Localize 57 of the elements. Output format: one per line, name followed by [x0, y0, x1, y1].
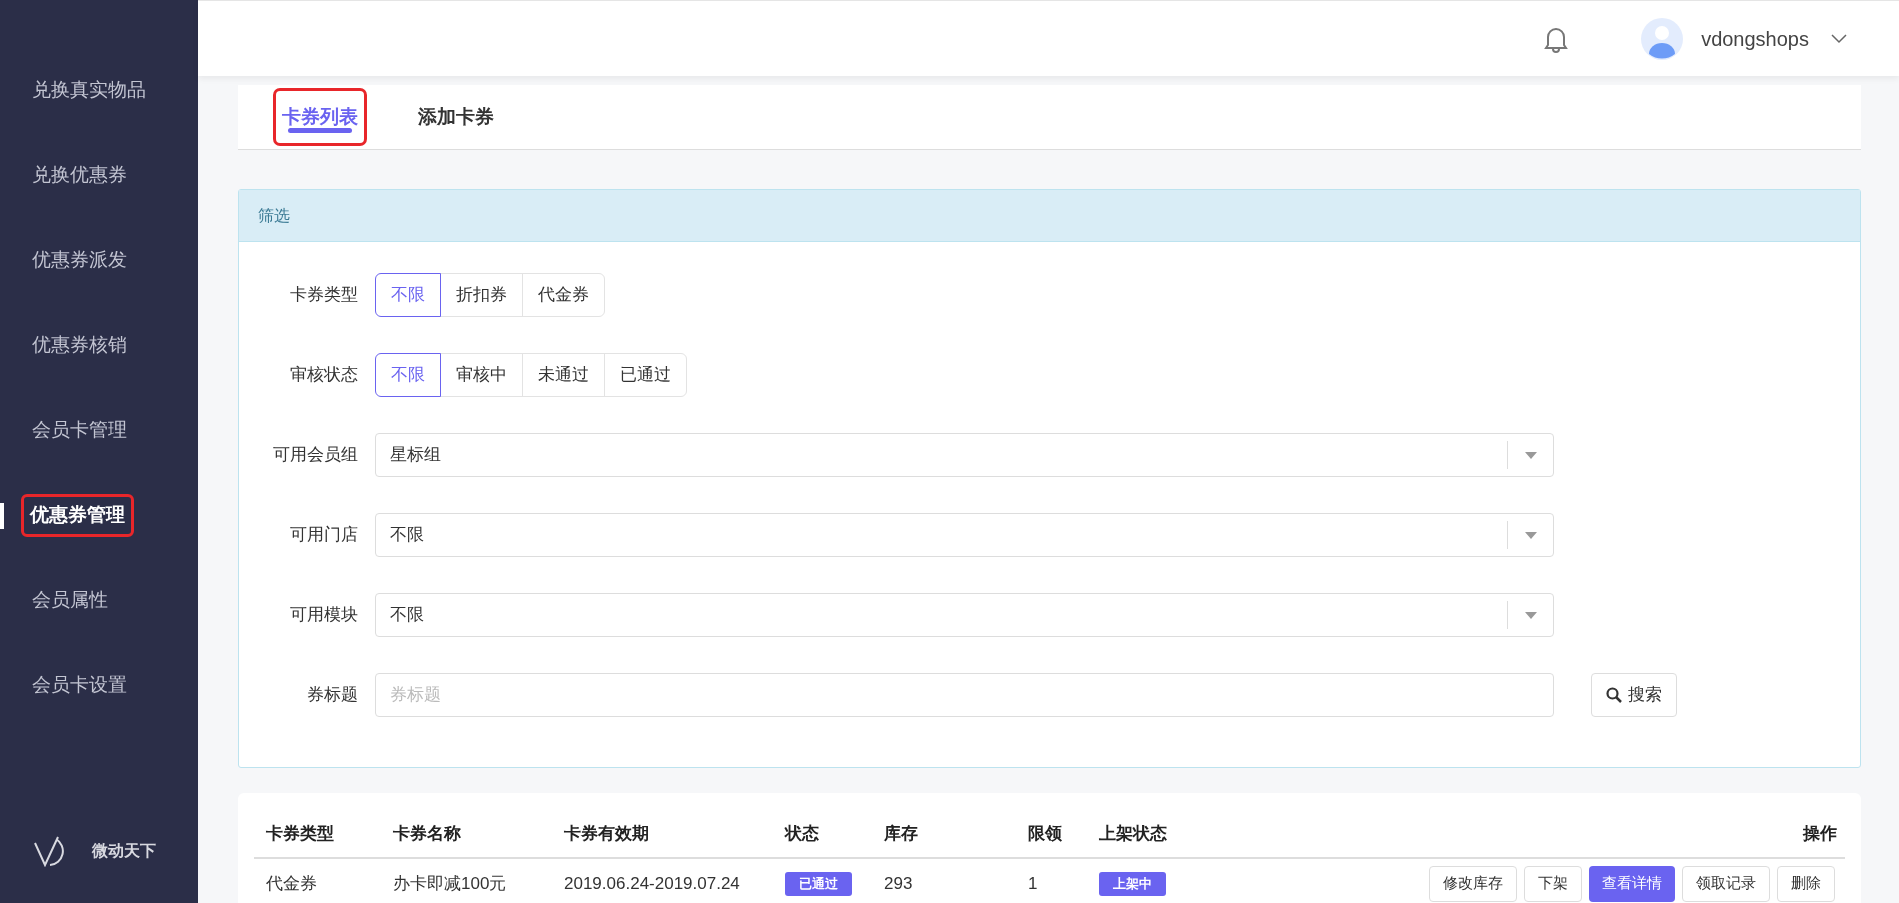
search-icon — [1606, 687, 1622, 703]
segment-option[interactable]: 代金券 — [522, 273, 605, 317]
column-header: 卡券类型 — [265, 823, 335, 845]
action-button[interactable]: 修改库存 — [1429, 865, 1517, 902]
column-header: 卡券有效期 — [563, 823, 650, 845]
chevron-down-icon[interactable] — [1831, 33, 1847, 44]
column-header: 上架状态 — [1098, 823, 1168, 845]
table-cell: 1 — [1028, 873, 1038, 893]
segment-option[interactable]: 未通过 — [522, 353, 605, 397]
caret-icon — [1524, 531, 1537, 539]
field-label: 卡券类型 — [289, 284, 359, 307]
sidebar-item[interactable]: 优惠券核销 — [32, 331, 127, 360]
column-header: 卡券名称 — [392, 823, 462, 845]
segment-option[interactable]: 已通过 — [604, 353, 687, 397]
caret-icon — [1524, 611, 1537, 619]
username[interactable]: vdongshops — [1701, 23, 1809, 54]
sidebar-item[interactable]: 兑换真实物品 — [32, 76, 146, 105]
search-button[interactable]: 搜索 — [1591, 673, 1677, 717]
sidebar-item[interactable]: 优惠券管理 — [24, 497, 131, 534]
column-header: 库存 — [883, 823, 919, 845]
logo-text: 微动天下 — [92, 841, 156, 861]
select-field[interactable]: 不限 — [375, 593, 1554, 637]
segment-option[interactable]: 不限 — [375, 273, 441, 317]
action-button[interactable]: 领取记录 — [1682, 865, 1770, 902]
field-label: 可用门店 — [289, 524, 359, 547]
sidebar-item[interactable]: 会员卡管理 — [32, 416, 127, 445]
tab[interactable]: 添加卡券 — [412, 85, 500, 149]
sidebar-item[interactable]: 兑换优惠券 — [32, 161, 127, 190]
field-label: 可用模块 — [289, 604, 359, 627]
action-button[interactable]: 删除 — [1777, 865, 1835, 902]
segment-option[interactable]: 折扣券 — [440, 273, 523, 317]
sidebar-item[interactable]: 会员卡设置 — [32, 671, 127, 700]
status-badge: 上架中 — [1099, 872, 1166, 896]
segment-option[interactable]: 审核中 — [440, 353, 523, 397]
table-cell: 293 — [884, 873, 913, 893]
action-button[interactable]: 下架 — [1524, 865, 1582, 902]
avatar-icon[interactable] — [1641, 17, 1684, 60]
select-field[interactable]: 不限 — [375, 513, 1554, 557]
field-label: 可用会员组 — [272, 444, 359, 467]
select-field[interactable]: 星标组 — [375, 433, 1554, 477]
segment-option[interactable]: 不限 — [375, 353, 441, 397]
column-header: 状态 — [783, 823, 820, 845]
field-label: 审核状态 — [289, 364, 359, 387]
table-cell: 办卡即减100元 — [393, 873, 507, 893]
sidebar-item[interactable]: 优惠券派发 — [32, 246, 127, 275]
caret-icon — [1524, 451, 1537, 459]
column-header: 限领 — [1027, 823, 1063, 845]
action-button[interactable]: 查看详情 — [1589, 865, 1675, 902]
column-header: 操作 — [1801, 823, 1838, 845]
tab[interactable]: 卡券列表 — [276, 91, 364, 143]
table-cell: 2019.06.24-2019.07.24 — [564, 873, 740, 893]
filter-title: 筛选 — [258, 205, 290, 226]
status-badge: 已通过 — [785, 872, 852, 896]
table-cell: 代金券 — [266, 873, 317, 893]
field-label: 券标题 — [306, 684, 359, 707]
text-field[interactable]: 券标题 — [375, 673, 1554, 717]
sidebar-item[interactable]: 会员属性 — [32, 586, 108, 615]
